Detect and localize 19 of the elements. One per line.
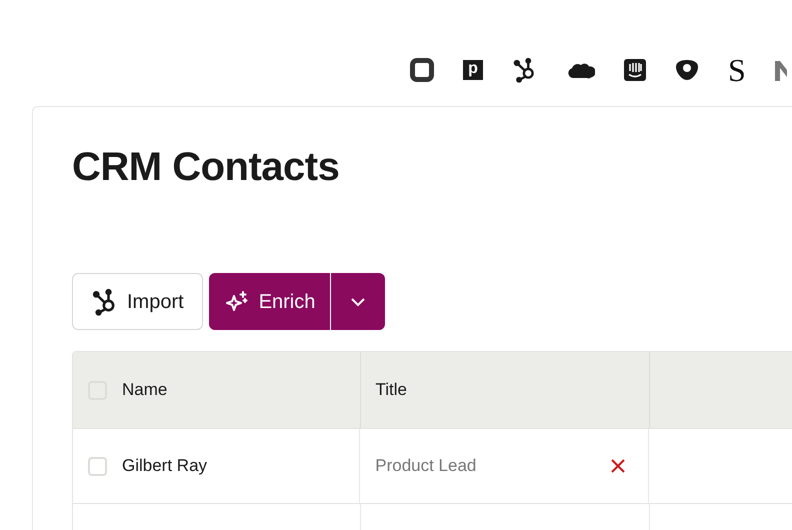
checkbox[interactable]	[88, 456, 107, 476]
letter-logo: p	[463, 60, 483, 80]
chevron-down-icon	[350, 296, 366, 306]
shield-logo-icon	[675, 58, 699, 82]
dropdown-button[interactable]	[331, 273, 386, 330]
enrich-button[interactable]: Enrich	[208, 273, 330, 330]
partial-logo-icon	[774, 59, 787, 81]
bars-logo-icon	[624, 59, 646, 81]
close-icon[interactable]	[611, 459, 626, 473]
cloud-logo-icon	[567, 61, 595, 79]
table-cell-text: Gilbert Ray	[122, 455, 208, 478]
column-header: Title	[376, 379, 407, 402]
table-cell-text: Product Lead	[375, 455, 476, 478]
import-button[interactable]: Import	[72, 273, 203, 330]
column-header: Name	[122, 379, 168, 402]
rounded-square-logo	[410, 58, 434, 82]
letter-logo: S	[728, 54, 746, 86]
sparkle-icon	[224, 290, 249, 314]
page-title: CRM Contacts	[72, 144, 340, 191]
